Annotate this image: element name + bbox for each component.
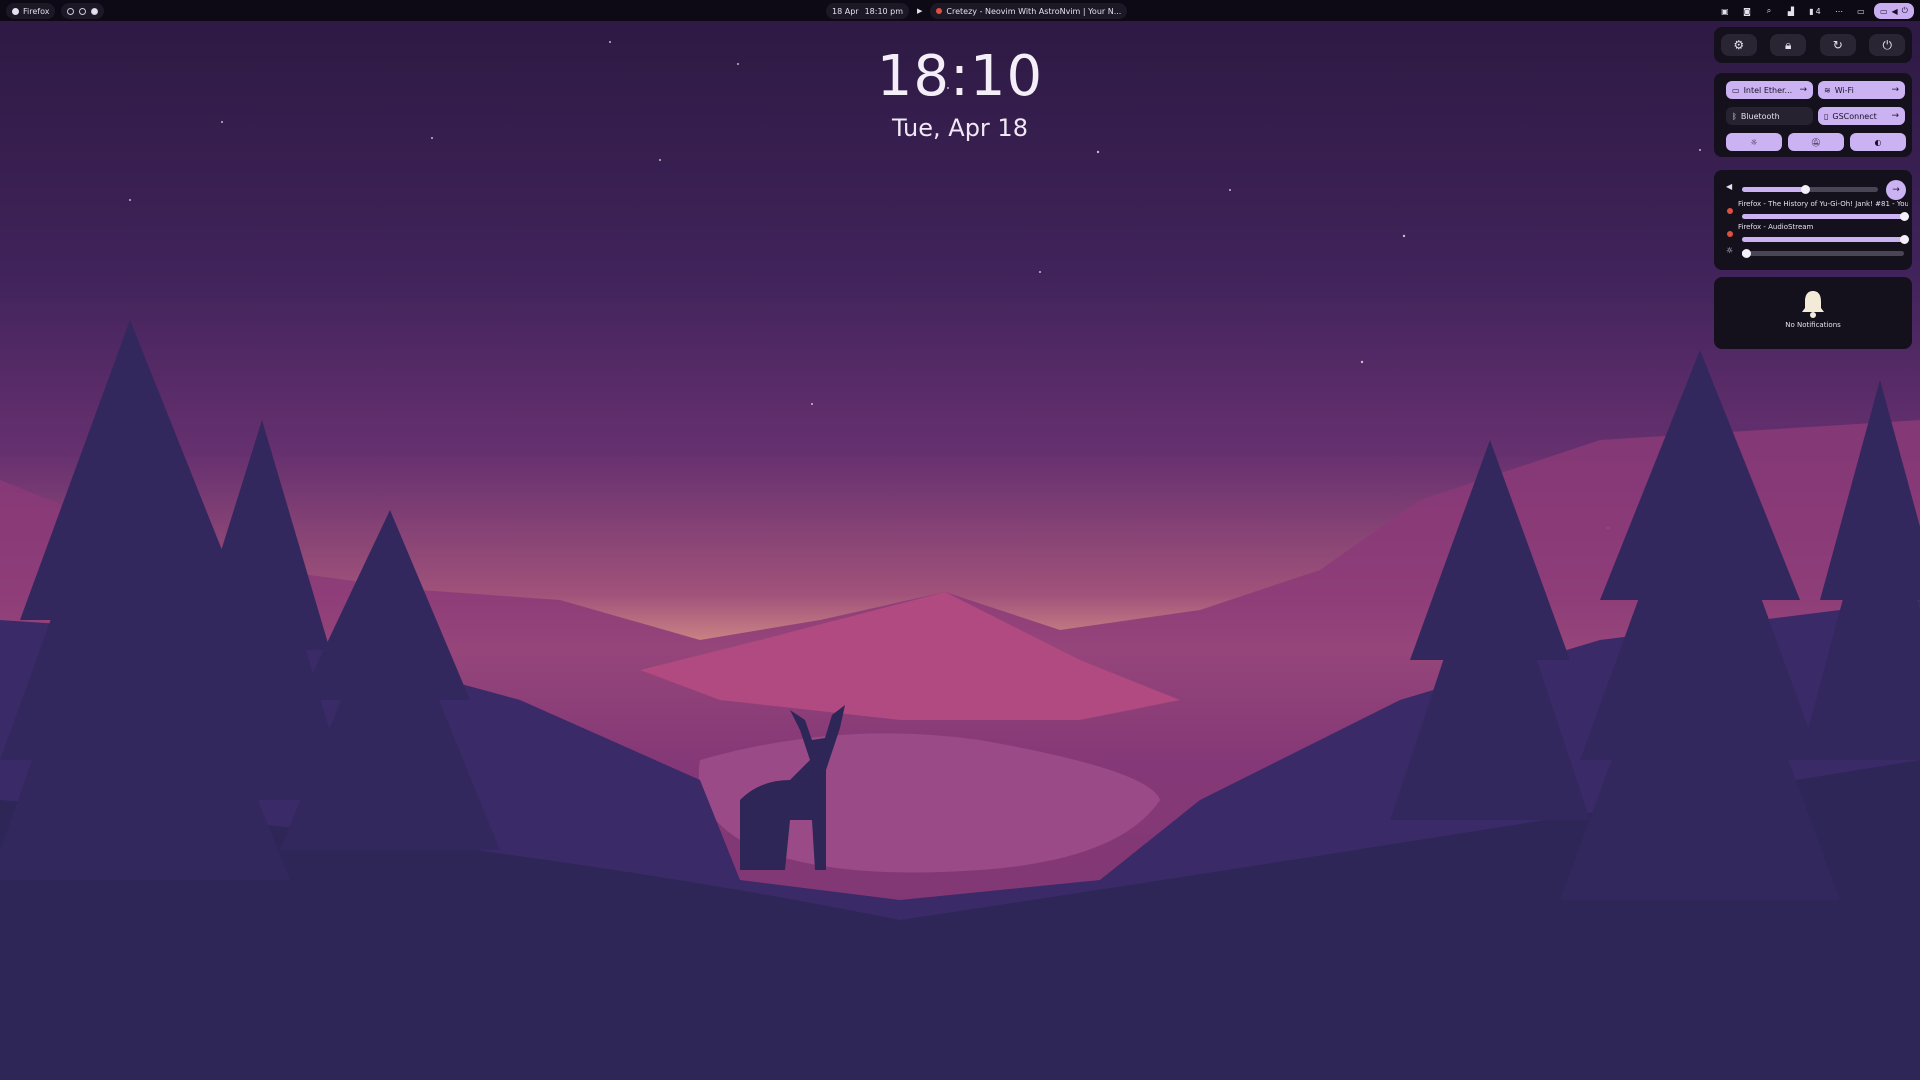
gamepad-icon[interactable]: ◙ xyxy=(1738,4,1756,18)
toggle-wifi[interactable]: ≋ Wi-Fi → xyxy=(1818,81,1905,99)
play-icon[interactable]: ▶ xyxy=(917,7,922,15)
arrow-right-icon[interactable]: → xyxy=(1799,85,1807,95)
firefox-icon xyxy=(12,7,19,15)
arrow-right-icon[interactable]: → xyxy=(1891,111,1899,121)
workspace-dot-2[interactable] xyxy=(79,7,87,15)
quick-settings-sliders: ◀ → Firefox - The History of Yu-Gi-Oh! J… xyxy=(1714,170,1912,270)
bell-off-icon: 🔕︎ xyxy=(1810,137,1822,147)
stream-1-slider-knob[interactable] xyxy=(1899,212,1909,221)
toggle-gsconnect[interactable]: ▯ GSConnect → xyxy=(1818,107,1905,125)
stream-2-label: Firefox - AudioStream xyxy=(1738,223,1814,231)
toggle-do-not-disturb[interactable]: 🔕︎ xyxy=(1788,133,1844,151)
brightness-slider-knob[interactable] xyxy=(1742,249,1751,258)
topbar-time: 18:10 pm xyxy=(864,6,904,16)
top-bar: Firefox 18 Apr 18:10 pm ▶ Cretezy - Neov… xyxy=(0,0,1920,21)
firefox-icon xyxy=(1727,231,1733,237)
lock-icon: 🔒︎ xyxy=(1785,37,1792,52)
toggle-dark-mode[interactable]: ◐ xyxy=(1850,133,1906,151)
media-title: Cretezy - Neovim With AstroNvim | Your N… xyxy=(946,6,1122,16)
desktop-wallpaper xyxy=(0,0,1920,1080)
overflow-icon[interactable]: ⋯ xyxy=(1830,4,1848,18)
volume-slider[interactable] xyxy=(1742,185,1878,194)
stream-2-slider-knob[interactable] xyxy=(1899,235,1909,244)
toggle-bluetooth[interactable]: ᛒ Bluetooth xyxy=(1726,107,1813,125)
stream-2-slider[interactable] xyxy=(1742,235,1909,244)
logout-icon: ↻ xyxy=(1832,38,1843,52)
toggle-bluetooth-label: Bluetooth xyxy=(1740,111,1780,121)
desktop-clock-time: 18:10 xyxy=(876,44,1044,109)
updates-indicator[interactable]: ▮ 4 xyxy=(1804,4,1826,18)
stream-2-slider-fill xyxy=(1742,237,1904,242)
quick-settings-toggles: ▭ Intel Ether... → ≋ Wi-Fi → ᛒ Bluetooth… xyxy=(1714,73,1912,157)
contrast-icon: ◐ xyxy=(1874,137,1882,147)
sun-icon: ☼ xyxy=(1750,137,1758,147)
volume-slider-fill xyxy=(1742,187,1806,192)
arrow-right-icon: → xyxy=(1892,185,1900,195)
firefox-icon xyxy=(1727,208,1733,214)
stream-1-label: Firefox - The History of Yu-Gi-Oh! Jank!… xyxy=(1738,200,1908,208)
toggle-wifi-label: Wi-Fi xyxy=(1834,85,1854,95)
bluetooth-off-icon: ᛒ xyxy=(1732,111,1737,121)
active-app-label: Firefox xyxy=(23,6,50,16)
power-icon: ⏻ xyxy=(1901,6,1908,15)
stream-1-slider[interactable] xyxy=(1742,212,1909,221)
active-app-indicator[interactable]: Firefox xyxy=(6,3,56,19)
notifications-panel: No Notifications xyxy=(1714,277,1912,349)
search-icon[interactable]: ⌕ xyxy=(1760,4,1778,18)
updates-count: 4 xyxy=(1815,6,1821,16)
toggle-gsconnect-label: GSConnect xyxy=(1832,111,1877,121)
audio-output-menu-button[interactable]: → xyxy=(1886,180,1906,200)
workspace-indicator[interactable] xyxy=(61,3,105,19)
desktop-clock-date: Tue, Apr 18 xyxy=(892,114,1028,142)
toggle-night-light[interactable]: ☼ xyxy=(1726,133,1782,151)
arrow-right-icon[interactable]: → xyxy=(1891,85,1899,95)
settings-button[interactable]: ⚙ xyxy=(1720,34,1757,56)
quick-settings-actions: ⚙ 🔒︎ ↻ ⏻ xyxy=(1714,27,1912,63)
media-app-icon xyxy=(936,8,943,14)
toggle-ethernet[interactable]: ▭ Intel Ether... → xyxy=(1726,81,1813,99)
keyboard-icon[interactable]: ▭ xyxy=(1852,4,1870,18)
media-indicator[interactable]: Cretezy - Neovim With AstroNvim | Your N… xyxy=(930,3,1128,19)
clipboard-icon[interactable]: ▣ xyxy=(1716,4,1734,18)
brightness-icon: ☼ xyxy=(1726,246,1734,255)
bell-icon xyxy=(1798,289,1828,319)
network-wired-icon: ▭ xyxy=(1732,85,1740,95)
lock-button[interactable]: 🔒︎ xyxy=(1770,34,1807,56)
volume-slider-knob[interactable] xyxy=(1801,185,1811,194)
no-notifications-label: No Notifications xyxy=(1785,321,1841,329)
volume-icon: ◀ xyxy=(1726,182,1733,191)
logout-button[interactable]: ↻ xyxy=(1819,34,1856,56)
datetime-indicator[interactable]: 18 Apr 18:10 pm xyxy=(826,3,910,19)
toggle-ethernet-label: Intel Ether... xyxy=(1743,85,1793,95)
topbar-date: 18 Apr xyxy=(832,6,859,16)
brightness-slider[interactable] xyxy=(1742,249,1904,258)
system-menu-button[interactable]: ▭ ◀ ⏻ xyxy=(1873,3,1914,19)
update-icon: ▮ xyxy=(1809,6,1814,16)
phone-icon: ▯ xyxy=(1824,111,1829,121)
workspace-dot-1[interactable] xyxy=(67,7,75,15)
wifi-icon: ≋ xyxy=(1824,85,1831,95)
power-icon: ⏻ xyxy=(1882,37,1893,52)
gear-icon: ⚙ xyxy=(1733,38,1745,52)
volume-icon: ◀ xyxy=(1891,6,1898,16)
power-button[interactable]: ⏻ xyxy=(1869,34,1906,56)
stream-1-slider-fill xyxy=(1742,214,1904,219)
workspace-dot-3[interactable] xyxy=(91,7,99,15)
network-wired-icon: ▭ xyxy=(1879,6,1888,16)
extension-icon[interactable]: ▟ xyxy=(1782,4,1800,18)
